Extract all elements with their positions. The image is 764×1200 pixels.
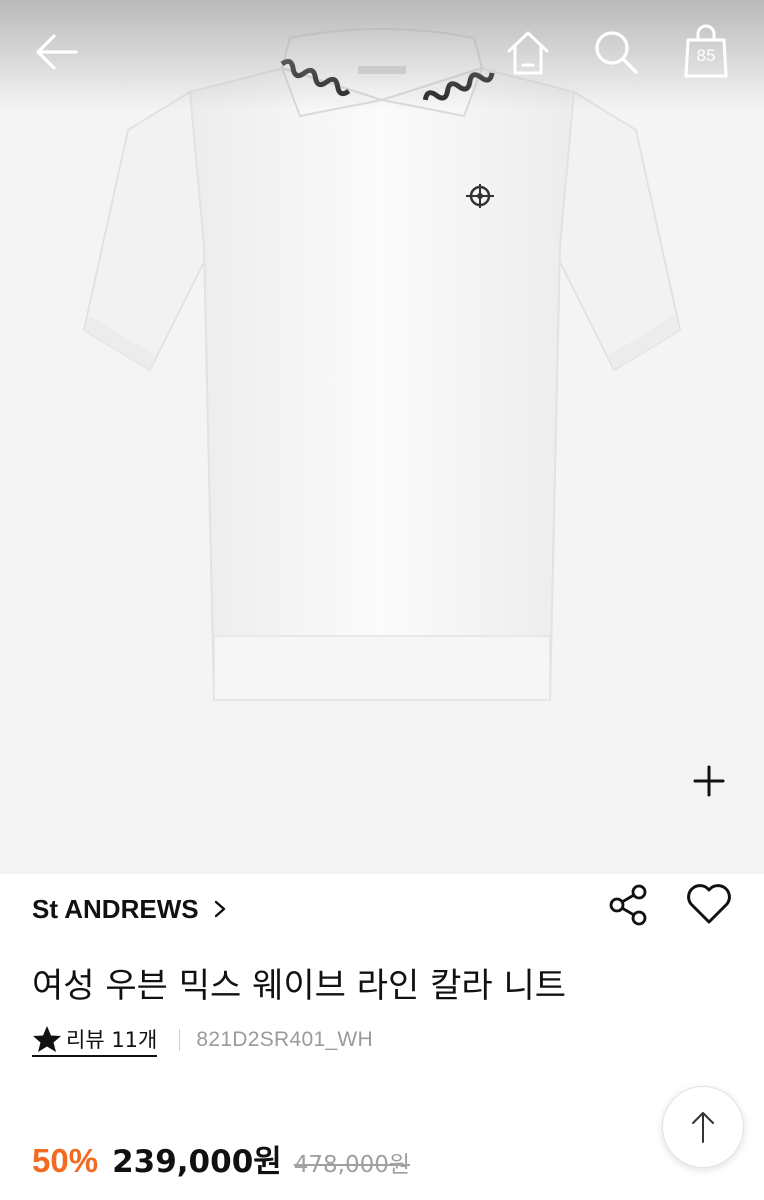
chevron-right-icon bbox=[213, 899, 227, 919]
scroll-to-top-button[interactable] bbox=[662, 1086, 744, 1168]
original-price: 478,000원 bbox=[293, 1152, 411, 1178]
back-arrow-icon bbox=[36, 34, 78, 70]
home-icon bbox=[507, 31, 549, 75]
wishlist-button[interactable] bbox=[680, 876, 738, 932]
brand-link[interactable]: St ANDREWS bbox=[32, 884, 227, 934]
image-zoom-button[interactable] bbox=[680, 752, 738, 810]
review-link[interactable]: 리뷰 11개 bbox=[32, 1024, 158, 1057]
product-meta-row: 리뷰 11개 821D2SR401_WH bbox=[32, 1022, 373, 1058]
product-image-area[interactable]: 85 bbox=[0, 0, 764, 874]
product-title: 여성 우븐 믹스 웨이브 라인 칼라 니트 bbox=[32, 966, 567, 1006]
price-row: 50% 239,000원 478,000원 bbox=[32, 1136, 410, 1184]
search-button[interactable] bbox=[584, 20, 648, 84]
top-navigation-bar: 85 bbox=[0, 0, 764, 100]
back-button[interactable] bbox=[24, 22, 88, 82]
discount-rate: 50% bbox=[32, 1142, 99, 1179]
product-info-section: St ANDREWS 여성 우븐 믹스 웨이브 라인 칼라 니트 리뷰 11개 … bbox=[0, 874, 764, 1200]
star-icon bbox=[32, 1025, 62, 1053]
sale-price: 239,000원 bbox=[112, 1144, 282, 1180]
product-code: 821D2SR401_WH bbox=[196, 1028, 374, 1051]
brand-name: St ANDREWS bbox=[32, 893, 199, 924]
heart-icon bbox=[687, 884, 731, 924]
share-icon bbox=[609, 884, 647, 926]
plus-icon bbox=[693, 765, 725, 797]
share-button[interactable] bbox=[602, 878, 656, 932]
cart-button[interactable]: 85 bbox=[674, 18, 738, 84]
home-button[interactable] bbox=[496, 20, 560, 84]
arrow-up-icon bbox=[692, 1112, 714, 1143]
review-count: 리뷰 11개 bbox=[66, 1027, 158, 1052]
divider bbox=[179, 1029, 181, 1051]
search-icon bbox=[595, 31, 638, 74]
product-image bbox=[82, 28, 682, 701]
cart-count-badge: 85 bbox=[696, 46, 716, 65]
